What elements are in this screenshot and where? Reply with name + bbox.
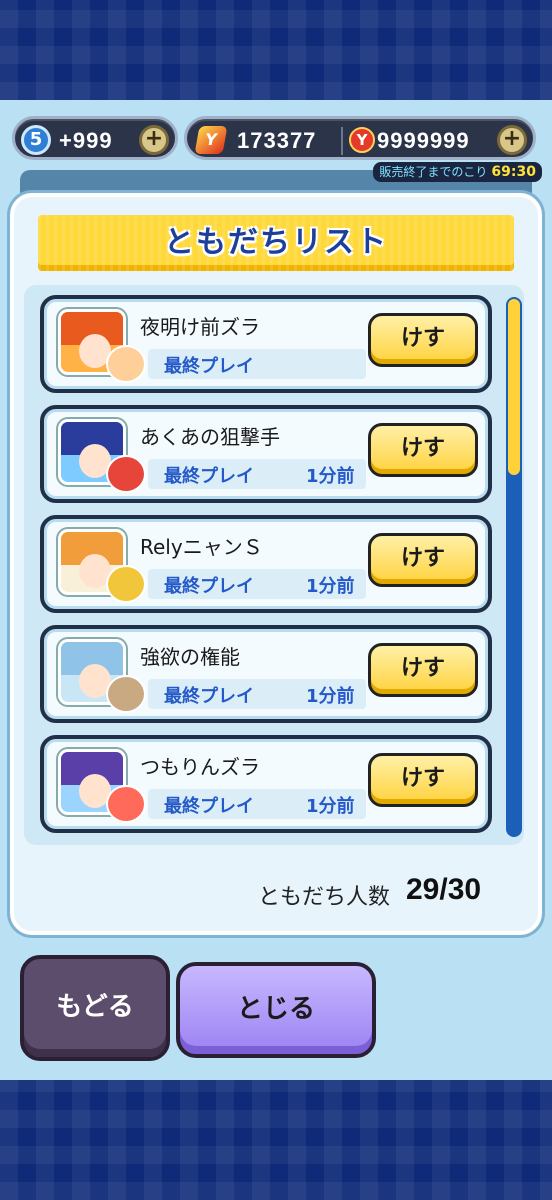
remove-friend-button[interactable]: けす (368, 313, 478, 367)
friend-name: つもりんズラ (140, 755, 260, 779)
background-pattern-top (0, 0, 552, 100)
remove-friend-button[interactable]: けす (368, 533, 478, 587)
remove-friend-button[interactable]: けす (368, 423, 478, 477)
stamina-value: +999 (59, 128, 113, 153)
stamina-pill: 5 +999 + (12, 116, 178, 160)
background-pattern-bottom (0, 1080, 552, 1200)
dialog-title: ともだちリスト (164, 225, 388, 260)
friend-name: RelyニャンＳ (140, 535, 263, 559)
last-play-time: 1分前 (306, 686, 355, 707)
friend-name: あくあの狙撃手 (140, 425, 280, 449)
ymoney-value: 9999999 (377, 128, 470, 153)
friend-monster-icon (106, 565, 146, 603)
friend-monster-icon (106, 345, 146, 383)
friend-name: 強欲の権能 (140, 645, 240, 669)
friend-row: あくあの狙撃手 最終プレイ 1分前 けす (40, 405, 492, 503)
gem-count-badge: 5 (21, 125, 51, 155)
friend-count-value: 29/30 (406, 873, 482, 906)
add-stamina-button[interactable]: + (139, 125, 169, 155)
last-play-label: 最終プレイ (164, 576, 254, 597)
currency-bar: 5 +999 + Y 173377 Y 9999999 + (0, 112, 552, 162)
last-play-time: 1分前 (306, 466, 355, 487)
last-play-label: 最終プレイ (164, 796, 254, 817)
sale-timer-label: 販売終了までのこり (379, 165, 488, 179)
friend-row: つもりんズラ 最終プレイ 1分前 けす (40, 735, 492, 833)
remove-friend-button[interactable]: けす (368, 753, 478, 807)
remove-friend-button[interactable]: けす (368, 643, 478, 697)
friend-row: 強欲の権能 最終プレイ 1分前 けす (40, 625, 492, 723)
last-play-time: 1分前 (306, 796, 355, 817)
friend-list[interactable]: 夜明け前ズラ 最終プレイ けす あくあの狙撃手 最終プレイ 1分前 けす Rel… (24, 285, 524, 845)
last-play-time: 1分前 (306, 576, 355, 597)
sale-timer-time: 69:30 (491, 164, 536, 180)
friend-row: RelyニャンＳ 最終プレイ 1分前 けす (40, 515, 492, 613)
last-play-label: 最終プレイ (164, 466, 254, 487)
back-button[interactable]: もどる (20, 955, 170, 1061)
money-pill: Y 173377 Y 9999999 + (184, 116, 536, 160)
add-ymoney-button[interactable]: + (497, 125, 527, 155)
last-play-label: 最終プレイ (164, 356, 254, 377)
ymoney-icon: Y (349, 127, 375, 153)
friend-monster-icon (106, 455, 146, 493)
friend-name: 夜明け前ズラ (140, 315, 260, 339)
scrollbar[interactable] (506, 297, 522, 837)
last-play-label: 最終プレイ (164, 686, 254, 707)
friend-count-label: ともだち人数 (258, 885, 391, 910)
friend-monster-icon (106, 785, 146, 823)
friend-list-dialog: ともだちリスト 夜明け前ズラ 最終プレイ けす あくあの狙撃手 最終プレイ 1分… (10, 193, 542, 935)
divider (341, 127, 343, 155)
close-button[interactable]: とじる (176, 962, 376, 1058)
coin-icon: Y (194, 126, 228, 154)
scrollbar-thumb[interactable] (508, 299, 520, 475)
coin-value: 173377 (237, 128, 317, 153)
title-banner: ともだちリスト (38, 215, 514, 271)
friend-row: 夜明け前ズラ 最終プレイ けす (40, 295, 492, 393)
friend-monster-icon (106, 675, 146, 713)
sale-timer: 販売終了までのこり 69:30 (373, 162, 542, 182)
